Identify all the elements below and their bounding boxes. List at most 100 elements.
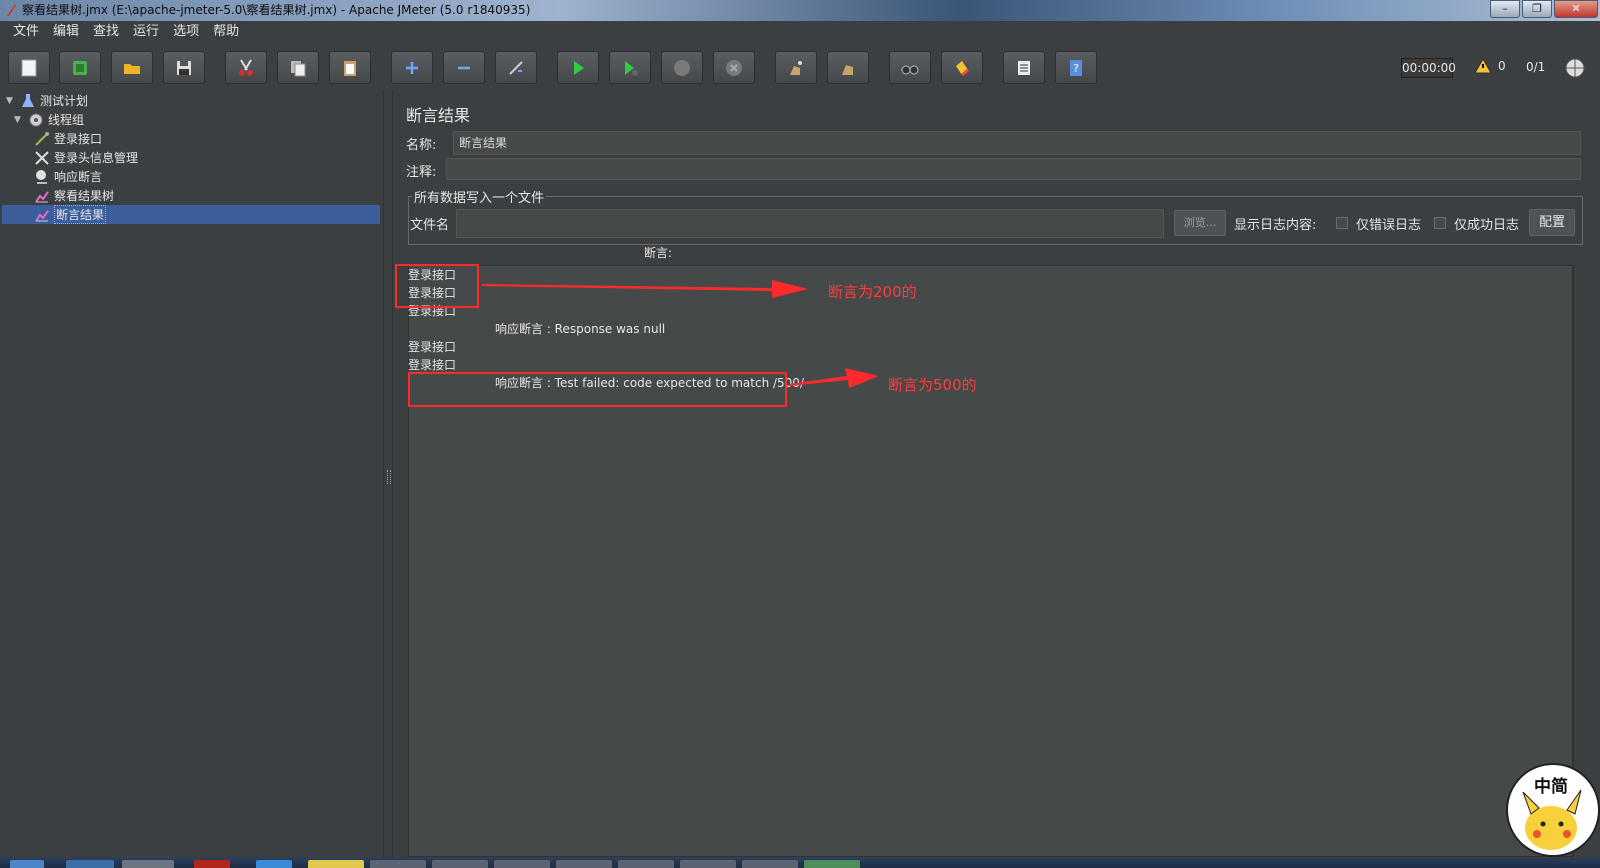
menu-options[interactable]: 选项 (166, 21, 206, 43)
name-label: 名称: (406, 138, 437, 153)
assertion-icon (36, 169, 47, 184)
copy-button[interactable] (277, 51, 319, 84)
close-button[interactable]: ✕ (1554, 0, 1598, 18)
taskbar-app-button[interactable] (618, 860, 674, 868)
menu-edit[interactable]: 编辑 (46, 21, 86, 43)
broom-all-icon (842, 64, 853, 75)
success-only-label: 仅成功日志 (1454, 218, 1520, 233)
menu-bar: 文件 编辑 查找 运行 选项 帮助 (0, 21, 1600, 43)
start-no-pauses-button[interactable] (609, 51, 651, 84)
svg-text:?: ? (1073, 62, 1079, 75)
comment-input[interactable] (446, 158, 1581, 180)
splitter-grip[interactable] (387, 470, 391, 484)
filename-input[interactable] (456, 209, 1164, 238)
tree-item-login-api[interactable]: 登录接口 (34, 129, 102, 148)
result-sampler-line[interactable]: 登录接口 (408, 356, 456, 373)
templates-button[interactable] (59, 51, 101, 84)
comment-label: 注释: (406, 165, 437, 180)
menu-search[interactable]: 查找 (86, 21, 126, 43)
toolbar: ? 00:00:00 0 0/1 (0, 45, 1600, 89)
gear-icon (29, 113, 43, 126)
collapse-toggle-icon[interactable]: ▼ (6, 96, 16, 106)
taskbar-app-button[interactable] (370, 860, 426, 868)
new-button[interactable] (8, 51, 50, 84)
search-button[interactable] (889, 51, 931, 84)
taskbar-app-button[interactable] (556, 860, 612, 868)
assertion-results-panel: 断言结果 名称: 断言结果 注释: 所有数据写入一个文件 文件名 浏览... 显… (394, 90, 1600, 858)
flask-icon (22, 93, 34, 107)
folder-icon (124, 63, 140, 74)
list-icon (1018, 60, 1030, 75)
minimize-button[interactable]: – (1490, 0, 1520, 18)
help-icon: ? (1070, 59, 1082, 76)
browse-button[interactable]: 浏览... (1174, 210, 1226, 236)
menu-run[interactable]: 运行 (126, 21, 166, 43)
file-group-title: 所有数据写入一个文件 (412, 187, 547, 206)
eraser-icon (956, 60, 969, 76)
tree-item-assertion-results[interactable]: 断言结果 (2, 205, 380, 224)
assertion-results-list[interactable]: 登录接口 登录接口 登录接口 响应断言 : Response was null … (408, 265, 1573, 857)
assertion-column-header: 断言: (644, 246, 673, 260)
taskbar-app-button[interactable] (194, 860, 230, 868)
errors-only-checkbox[interactable] (1336, 217, 1348, 229)
open-button[interactable] (111, 51, 153, 84)
taskbar-app-button[interactable] (742, 860, 798, 868)
tree-item-thread-group[interactable]: ▼ 线程组 (14, 110, 84, 129)
errors-only-label: 仅错误日志 (1356, 218, 1422, 233)
menu-file[interactable]: 文件 (6, 21, 46, 43)
play-no-timer-icon (625, 60, 638, 76)
filename-label: 文件名 (410, 218, 450, 233)
tools-icon (35, 150, 49, 165)
broom-icon (790, 60, 802, 75)
tree-item-view-results-tree[interactable]: 察看结果树 (34, 186, 114, 205)
copy-icon (291, 60, 306, 76)
annotation-text-500: 断言为500的 (888, 376, 977, 394)
stop-button[interactable] (661, 51, 703, 84)
log-content-label: 显示日志内容: (1234, 218, 1317, 233)
os-taskbar (0, 858, 1600, 868)
save-button[interactable] (163, 51, 205, 84)
annotation-box-200 (395, 264, 479, 308)
taskbar-app-button[interactable] (680, 860, 736, 868)
taskbar-start-button[interactable] (10, 860, 44, 868)
taskbar-app-button[interactable] (432, 860, 488, 868)
templates-icon (73, 60, 87, 75)
taskbar-app-button[interactable] (66, 860, 114, 868)
toggle-button[interactable] (495, 51, 537, 84)
paste-icon (344, 60, 356, 76)
tree-item-header-manager[interactable]: 登录头信息管理 (34, 148, 138, 167)
menu-help[interactable]: 帮助 (206, 21, 246, 43)
warning-indicator[interactable]: 0 (1474, 58, 1506, 74)
collapse-all-button[interactable] (443, 51, 485, 84)
remote-globe-icon[interactable] (1564, 57, 1586, 79)
help-button[interactable]: ? (1055, 51, 1097, 84)
taskbar-app-button[interactable] (494, 860, 550, 868)
maximize-button[interactable]: ❐ (1522, 0, 1552, 18)
success-only-checkbox[interactable] (1434, 217, 1446, 229)
configure-button[interactable]: 配置 (1529, 209, 1575, 236)
taskbar-app-button[interactable] (256, 860, 292, 868)
clear-button[interactable] (775, 51, 817, 84)
taskbar-app-button[interactable] (122, 860, 174, 868)
tree-item-response-assertion[interactable]: 响应断言 (34, 167, 102, 186)
result-assertion-message[interactable]: 响应断言 : Response was null (495, 320, 665, 337)
chart-icon (35, 190, 49, 203)
clear-all-button[interactable] (827, 51, 869, 84)
result-sampler-line[interactable]: 登录接口 (408, 338, 456, 355)
cut-button[interactable] (225, 51, 267, 84)
shutdown-button[interactable] (713, 51, 755, 84)
reset-search-button[interactable] (941, 51, 983, 84)
collapse-toggle-icon[interactable]: ▼ (14, 115, 24, 125)
taskbar-app-button[interactable] (804, 860, 860, 868)
annotation-arrow-200 (482, 280, 808, 298)
start-button[interactable] (557, 51, 599, 84)
plus-icon (406, 61, 418, 74)
panel-splitter[interactable] (383, 90, 393, 858)
paste-button[interactable] (329, 51, 371, 84)
tree-item-test-plan[interactable]: ▼ 测试计划 (6, 91, 88, 110)
name-input[interactable]: 断言结果 (453, 131, 1581, 155)
expand-all-button[interactable] (391, 51, 433, 84)
elapsed-timer: 00:00:00 (1401, 58, 1456, 78)
function-helper-button[interactable] (1003, 51, 1045, 84)
taskbar-app-button[interactable] (308, 860, 364, 868)
